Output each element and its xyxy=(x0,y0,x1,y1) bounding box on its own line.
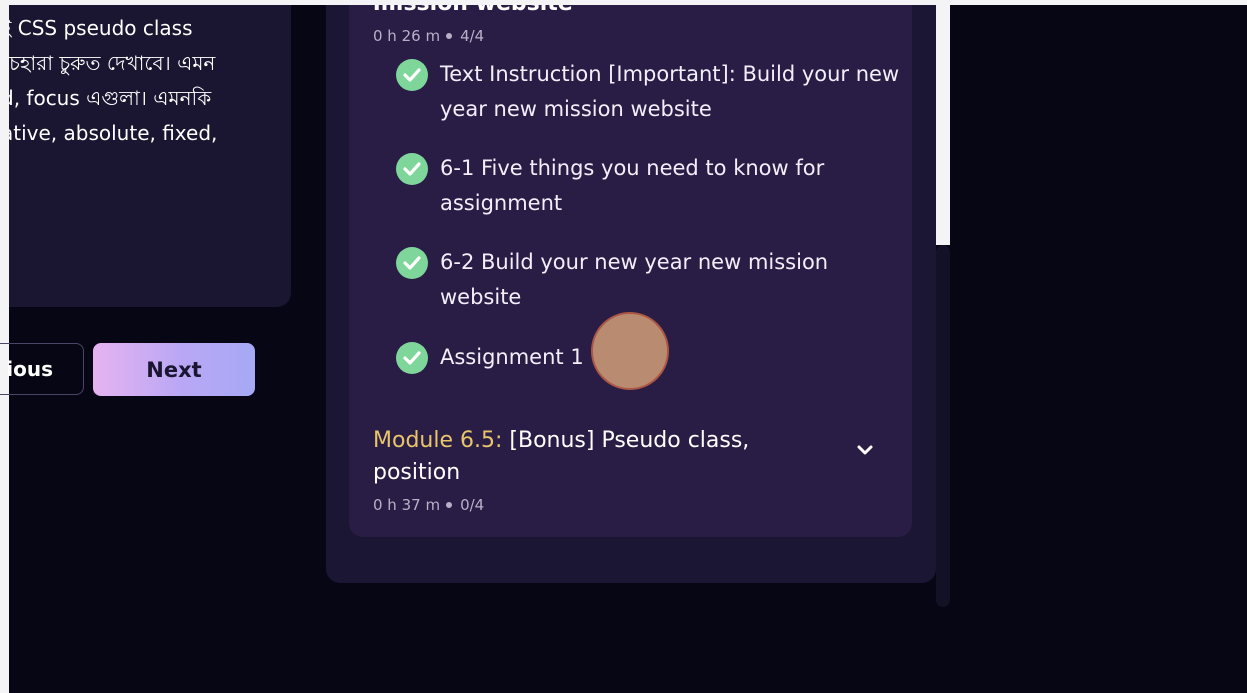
lesson-description: ই CSS pseudo class চেহারা চুরুত দেখাবে। … xyxy=(9,11,291,151)
lesson-description-card: ই CSS pseudo class চেহারা চুরুত দেখাবে। … xyxy=(9,5,291,307)
lesson-label: 6-2 Build your new year new mission webs… xyxy=(440,250,829,309)
previous-button[interactable]: ious xyxy=(0,343,84,395)
chevron-down-icon[interactable] xyxy=(855,440,875,460)
description-line: ই CSS pseudo class xyxy=(9,16,193,40)
lesson-label: Assignment 1 xyxy=(440,345,584,369)
cursor-highlight xyxy=(591,312,669,390)
next-module-header[interactable]: Module 6.5: [Bonus] Pseudo class, positi… xyxy=(373,425,823,489)
lesson-item[interactable]: 6-1 Five things you need to know for ass… xyxy=(396,151,896,223)
lesson-label: Text Instruction [Important]: Build your… xyxy=(440,62,900,121)
check-circle-icon xyxy=(396,342,428,374)
description-line: ative, absolute, fixed, xyxy=(9,121,218,145)
current-module-card: mission website 0 h 26 m 4/4 Text Instruc… xyxy=(349,5,912,537)
description-line: চেহারা চুরুত দেখাবে। এমন xyxy=(9,51,216,75)
scrollbar-track[interactable] xyxy=(936,5,950,245)
next-button[interactable]: Next xyxy=(93,343,255,396)
module-title[interactable]: mission website xyxy=(373,5,573,16)
separator-dot-icon xyxy=(446,501,453,508)
lesson-label: 6-1 Five things you need to know for ass… xyxy=(440,156,825,215)
module-progress: 4/4 xyxy=(460,27,485,45)
lesson-item[interactable]: Text Instruction [Important]: Build your… xyxy=(396,57,899,129)
next-module-meta: 0 h 37 m 0/4 xyxy=(373,496,484,514)
description-line: d, focus এগুলা। এমনকি xyxy=(9,86,212,110)
lesson-item[interactable]: 6-2 Build your new year new mission webs… xyxy=(396,245,896,317)
module-number: Module 6.5: xyxy=(373,428,503,453)
module-duration: 0 h 37 m xyxy=(373,496,441,514)
check-circle-icon xyxy=(396,247,428,279)
separator-dot-icon xyxy=(446,32,453,39)
scrollbar-thumb[interactable] xyxy=(936,245,950,607)
module-meta: 0 h 26 m 4/4 xyxy=(373,27,484,45)
screen: ই CSS pseudo class চেহারা চুরুত দেখাবে। … xyxy=(0,0,1247,693)
module-duration: 0 h 26 m xyxy=(373,27,441,45)
check-circle-icon xyxy=(396,59,428,91)
module-progress: 0/4 xyxy=(460,496,485,514)
check-circle-icon xyxy=(396,153,428,185)
